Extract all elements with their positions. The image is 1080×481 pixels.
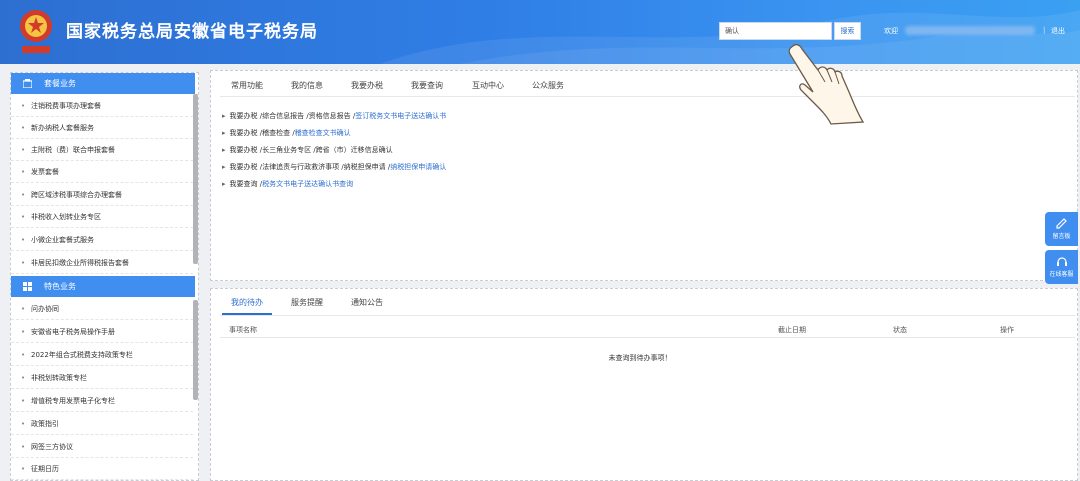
path-prefix: 我要办税 /法律追责与行政救济事项 /纳税担保申请 /: [229, 163, 391, 171]
message-board-label: 留言板: [1052, 233, 1071, 240]
package-icon: [23, 79, 32, 88]
caret-right-icon: ▸: [222, 129, 226, 137]
column-header-item: 事项名称: [229, 326, 257, 334]
sidebar-scrollbar-lower[interactable]: [193, 300, 198, 400]
sidebar-item[interactable]: 安徽省电子税务局操作手册: [11, 321, 193, 343]
edit-icon: [1055, 218, 1067, 229]
tab-common[interactable]: 常用功能: [231, 80, 263, 91]
search-button[interactable]: 搜索: [834, 22, 861, 40]
caret-right-icon: ▸: [222, 180, 226, 188]
tab-my-todo[interactable]: 我的待办: [231, 297, 263, 308]
sidebar-item[interactable]: 跨区域涉税事项综合办理套餐: [11, 184, 193, 206]
sidebar-section-label: 特色业务: [44, 282, 76, 291]
tab-query[interactable]: 我要查询: [411, 80, 443, 91]
sidebar-item[interactable]: 主附税（费）联合申报套餐: [11, 139, 193, 161]
path-target-link[interactable]: 税务文书电子送达确认书查询: [262, 180, 353, 188]
main-function-panel: [210, 70, 1078, 281]
caret-right-icon: ▸: [222, 146, 226, 154]
tab-tax-handling[interactable]: 我要办税: [351, 80, 383, 91]
tab-divider: [220, 315, 1075, 316]
table-header-divider: [220, 337, 1075, 338]
path-prefix: 我要办税 /综合信息报告 /资格信息报告 /: [229, 112, 356, 120]
sidebar-item[interactable]: 问办协同: [11, 298, 193, 320]
caret-right-icon: ▸: [222, 112, 226, 120]
caret-right-icon: ▸: [222, 163, 226, 171]
sidebar-item[interactable]: 小微企业套餐式服务: [11, 229, 193, 251]
tab-divider: [220, 96, 1075, 97]
path-prefix: 我要查询 /: [229, 180, 263, 188]
sidebar-item[interactable]: 政策指引: [11, 413, 193, 435]
site-title: 国家税务总局安徽省电子税务局: [66, 22, 318, 42]
headset-icon: [1056, 257, 1067, 266]
sidebar-section-label: 套餐业务: [44, 79, 76, 88]
sidebar-scrollbar[interactable]: [193, 94, 198, 264]
user-name-redacted: [905, 26, 1035, 35]
sidebar-item[interactable]: 网签三方协议: [11, 436, 193, 458]
sidebar-item[interactable]: 征期日历: [11, 458, 193, 480]
path-target-link[interactable]: 稽查检查文书确认: [295, 129, 351, 137]
online-service-button[interactable]: 在线客服: [1045, 250, 1078, 284]
tax-emblem-icon: [20, 10, 52, 53]
sidebar-item[interactable]: 非税收入划转业务专区: [11, 206, 193, 228]
sidebar-item[interactable]: 非居民扣缴企业所得税报告套餐: [11, 252, 193, 274]
online-service-label: 在线客服: [1049, 271, 1074, 278]
path-link-row[interactable]: ▸ 我要办税 /法律追责与行政救济事项 /纳税担保申请 /纳税担保申请确认: [222, 162, 446, 172]
todo-panel: [210, 288, 1078, 481]
tab-service-reminder[interactable]: 服务提醒: [291, 297, 323, 308]
sidebar-item[interactable]: 发票套餐: [11, 161, 193, 183]
tab-public-service[interactable]: 公众服务: [532, 80, 564, 91]
sidebar-item[interactable]: 增值税专用发票电子化专栏: [11, 390, 193, 412]
welcome-label: 欢迎: [884, 27, 898, 35]
sidebar-section-featured[interactable]: 特色业务: [11, 276, 195, 297]
pointing-hand-icon: [788, 43, 865, 125]
sidebar-section-package[interactable]: 套餐业务: [11, 73, 195, 94]
column-header-status: 状态: [893, 326, 907, 334]
path-link-row[interactable]: ▸ 我要查询 /税务文书电子送达确认书查询: [222, 179, 353, 189]
column-header-deadline: 截止日期: [778, 326, 806, 334]
path-link-row[interactable]: ▸ 我要办税 /综合信息报告 /资格信息报告 /签订税务文书电子送达确认书: [222, 111, 446, 121]
header-separator: |: [1043, 26, 1046, 34]
tab-announcements[interactable]: 通知公告: [351, 297, 383, 308]
path-target-link[interactable]: 签订税务文书电子送达确认书: [355, 112, 446, 120]
path-link-row[interactable]: ▸ 我要办税 /长三角业务专区 /跨省（市）迁移信息确认: [222, 145, 393, 155]
grid-icon: [23, 282, 32, 291]
sidebar-item[interactable]: 注销税费事项办理套餐: [11, 95, 193, 117]
tab-my-info[interactable]: 我的信息: [291, 80, 323, 91]
logout-link[interactable]: 退出: [1051, 26, 1065, 36]
sidebar-item[interactable]: 新办纳税人套餐服务: [11, 117, 193, 139]
message-board-button[interactable]: 留言板: [1045, 212, 1078, 246]
path-prefix: 我要办税 /稽查检查 /: [229, 129, 295, 137]
empty-state-message: 未查询到待办事项！: [608, 354, 672, 362]
path-prefix: 我要办税 /长三角业务专区 /跨省（市）迁移信息确认: [229, 146, 393, 154]
search-input[interactable]: 确认: [719, 22, 832, 40]
sidebar-item[interactable]: 2022年组合式税费支持政策专栏: [11, 344, 193, 366]
path-link-row[interactable]: ▸ 我要办税 /稽查检查 /稽查检查文书确认: [222, 128, 351, 138]
path-target-link[interactable]: 纳税担保申请确认: [390, 163, 446, 171]
sidebar-item[interactable]: 非税划转政策专栏: [11, 367, 193, 389]
tab-interaction[interactable]: 互动中心: [472, 80, 504, 91]
column-header-action: 操作: [1000, 326, 1014, 334]
